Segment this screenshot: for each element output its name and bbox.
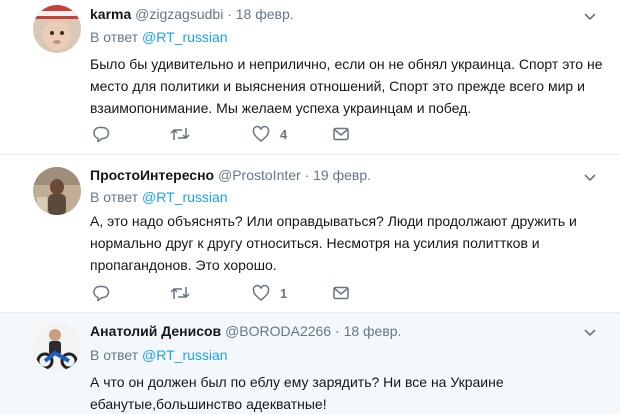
tweet-text: А, это надо объяснять? Или оправдываться… bbox=[90, 213, 577, 273]
retweet-button[interactable] bbox=[170, 124, 200, 144]
separator: · bbox=[335, 323, 340, 339]
avatar[interactable] bbox=[33, 323, 81, 371]
tweet-date[interactable]: 19 февр. bbox=[313, 167, 371, 183]
tweet[interactable]: Анатолий Денисов @BORODA2266 · 18 февр. … bbox=[0, 313, 620, 414]
reply-to-link[interactable]: @RT_russian bbox=[142, 189, 228, 205]
tweet[interactable]: ПростоИнтересно @ProstoInter · 19 февр. … bbox=[0, 155, 620, 313]
reply-to-link[interactable]: @RT_russian bbox=[142, 347, 228, 363]
direct-message-button[interactable] bbox=[332, 124, 350, 144]
tweet-date[interactable]: 18 февр. bbox=[236, 6, 294, 22]
reply-context: В ответ @RT_russian bbox=[90, 28, 228, 46]
like-button[interactable]: 4 bbox=[252, 124, 287, 144]
reply-icon bbox=[93, 126, 110, 143]
reply-prefix: В ответ bbox=[90, 189, 139, 205]
tweet-text: А что он должен был по еблу ему зарядить… bbox=[90, 374, 504, 412]
reply-context: В ответ @RT_russian bbox=[90, 188, 228, 206]
like-icon bbox=[252, 125, 270, 142]
tweet-header: karma @zigzagsudbi · 18 февр. bbox=[90, 5, 294, 23]
separator: · bbox=[304, 167, 310, 183]
reply-context: В ответ @RT_russian bbox=[90, 346, 228, 364]
user-name[interactable]: ПростоИнтересно bbox=[90, 167, 214, 183]
user-name[interactable]: Анатолий Денисов bbox=[90, 323, 221, 339]
reply-prefix: В ответ bbox=[90, 347, 139, 363]
reply-thread: karma @zigzagsudbi · 18 февр. В ответ @R… bbox=[0, 0, 620, 414]
user-handle[interactable]: @ProstoInter bbox=[218, 167, 301, 183]
user-name[interactable]: karma bbox=[90, 6, 131, 22]
reply-to-link[interactable]: @RT_russian bbox=[142, 29, 228, 45]
retweet-icon bbox=[170, 287, 190, 299]
user-handle[interactable]: @BORODA2266 bbox=[225, 323, 331, 339]
avatar[interactable] bbox=[33, 5, 81, 53]
reply-button[interactable] bbox=[92, 283, 120, 303]
tweet-date[interactable]: 18 февр. bbox=[344, 323, 402, 339]
tweet[interactable]: karma @zigzagsudbi · 18 февр. В ответ @R… bbox=[0, 0, 620, 155]
user-handle[interactable]: @zigzagsudbi bbox=[135, 6, 223, 22]
like-count: 4 bbox=[280, 126, 288, 142]
chevron-down-icon[interactable] bbox=[582, 169, 598, 185]
tweet-header: Анатолий Денисов @BORODA2266 · 18 февр. bbox=[90, 322, 401, 340]
reply-prefix: В ответ bbox=[90, 29, 139, 45]
retweet-icon bbox=[170, 128, 190, 140]
reply-icon bbox=[93, 285, 110, 302]
separator: · bbox=[227, 6, 232, 22]
like-button[interactable]: 1 bbox=[252, 283, 287, 303]
tweet-header: ПростоИнтересно @ProstoInter · 19 февр. bbox=[90, 166, 371, 184]
like-icon bbox=[252, 284, 270, 301]
tweet-text: Было бы удивительно и неприлично, если о… bbox=[90, 56, 603, 116]
chevron-down-icon[interactable] bbox=[582, 324, 598, 340]
direct-message-button[interactable] bbox=[332, 283, 350, 303]
direct-message-icon bbox=[333, 286, 349, 300]
avatar[interactable] bbox=[33, 167, 81, 215]
direct-message-icon bbox=[333, 127, 349, 141]
like-count: 1 bbox=[280, 285, 288, 301]
reply-button[interactable] bbox=[92, 124, 120, 144]
retweet-button[interactable] bbox=[170, 283, 200, 303]
chevron-down-icon[interactable] bbox=[582, 8, 598, 24]
